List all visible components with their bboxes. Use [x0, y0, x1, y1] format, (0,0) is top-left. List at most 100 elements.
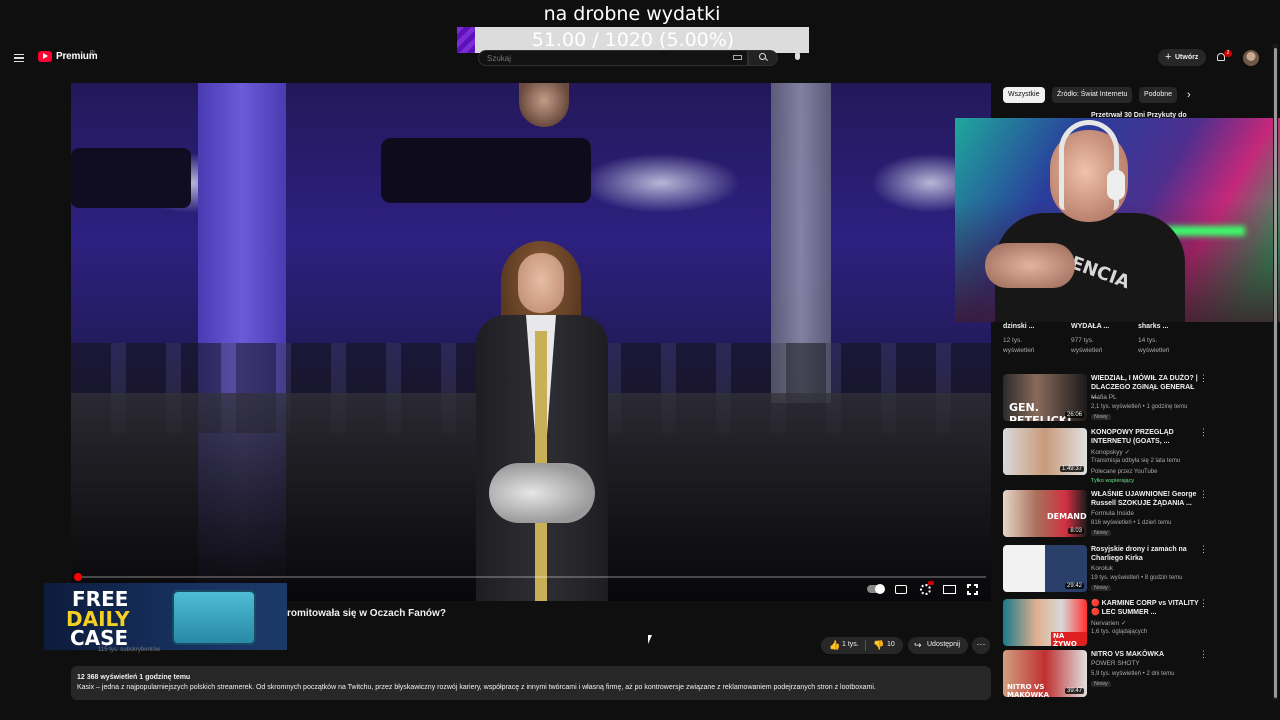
short-views-unit: wyświetleń: [1071, 347, 1103, 354]
search-icon: [759, 53, 766, 60]
description-meta: 12 368 wyświetleń 1 godzinę temu: [77, 674, 191, 681]
related-video-channel[interactable]: Mafia PL: [1091, 394, 1117, 401]
new-badge: Nowy: [1091, 585, 1111, 591]
new-badge: Nowy: [1091, 414, 1111, 420]
related-video-title[interactable]: NITRO VS MAKÓWKA: [1091, 650, 1201, 659]
notification-badge: 2: [1224, 50, 1232, 57]
chip-similar[interactable]: Podobne: [1139, 87, 1178, 103]
related-video-channel[interactable]: Nervarien ✓: [1091, 619, 1126, 627]
share-button-label[interactable]: Udostępnij: [927, 641, 960, 648]
related-video-meta: 5,9 tys. wyświetleń • 2 dni temu: [1091, 671, 1175, 677]
related-video-channel[interactable]: POWER SHOTY: [1091, 660, 1140, 667]
more-actions-button[interactable]: ···: [972, 637, 990, 654]
video-reflected-object: [489, 463, 595, 523]
video-duration: 8:03: [1068, 528, 1084, 534]
chip-source[interactable]: Źródło: Świat Internetu: [1052, 87, 1133, 103]
thumbnail-text: DEMANDS: [1047, 512, 1087, 521]
video-duration: 29:42: [1064, 583, 1084, 589]
short-views: 12 tys.: [1003, 337, 1023, 344]
video-stage-light: [581, 153, 741, 213]
more-vertical-icon[interactable]: ⋮: [1199, 428, 1208, 437]
short-title[interactable]: dzinski ...: [1003, 323, 1035, 330]
video-duration: 39:47: [1064, 688, 1084, 694]
related-video-title[interactable]: Rosyjskie drony i zamach na Charliego Ki…: [1091, 545, 1201, 563]
video-thumbnail[interactable]: DEMANDS 8:03: [1003, 490, 1087, 537]
related-video-meta: 19 tys. wyświetleń • 8 godzin temu: [1091, 575, 1183, 581]
video-thumbnail[interactable]: GEN. PETELICKI 26:06: [1003, 374, 1087, 421]
description-box[interactable]: [71, 666, 991, 700]
more-vertical-icon[interactable]: ⋮: [1199, 599, 1208, 608]
youtube-premium-logo[interactable]: Premium: [38, 51, 98, 62]
case-box-image: [172, 590, 256, 645]
thumbs-up-icon[interactable]: 👍: [829, 640, 840, 651]
webcam-neon-light: [1165, 226, 1245, 236]
related-video-channel[interactable]: Koroluk: [1091, 565, 1113, 572]
related-video-channel[interactable]: Konopskyy ✓: [1091, 448, 1130, 456]
short-views-unit: wyświetleń: [1138, 347, 1170, 354]
related-video-item[interactable]: 29:42 Rosyjskie drony i zamach na Charli…: [1003, 545, 1213, 597]
related-video-meta: Transmisja odbyła się 2 lata temu: [1091, 458, 1181, 464]
video-dark-object: [381, 138, 591, 203]
plus-icon: +: [1165, 51, 1172, 63]
short-title[interactable]: sharks ...: [1138, 323, 1168, 330]
more-vertical-icon[interactable]: ⋮: [1199, 490, 1208, 499]
related-video-title[interactable]: 🔴 KARMINE CORP vs VITALITY 🔴 LEC SUMMER …: [1091, 599, 1201, 617]
more-vertical-icon[interactable]: ⋮: [1199, 545, 1208, 554]
search-input[interactable]: [487, 53, 727, 64]
search-box[interactable]: [478, 50, 748, 66]
subtitles-icon[interactable]: [895, 585, 907, 594]
video-title: romitowała się w Oczach Fanów?: [287, 608, 446, 619]
video-thumbnail[interactable]: NA ŻYWO: [1003, 599, 1087, 646]
related-video-item[interactable]: GEN. PETELICKI 26:06 WIEDZIAŁ, I MÓWIŁ Z…: [1003, 374, 1213, 426]
video-thumbnail[interactable]: NITRO VS MAKÓWKA 39:47: [1003, 650, 1087, 697]
thumbs-down-icon[interactable]: 👎: [873, 640, 884, 651]
settings-gear-icon[interactable]: [920, 584, 931, 595]
chevron-right-icon[interactable]: ›: [1187, 89, 1191, 101]
logo-region: PL: [90, 50, 97, 56]
thumbnail-text: GEN. PETELICKI: [1009, 401, 1072, 421]
autoplay-toggle[interactable]: [867, 584, 885, 594]
short-views: 977 tys.: [1071, 337, 1094, 344]
page-scrollbar-thumb[interactable]: [1274, 48, 1277, 698]
short-title[interactable]: WYDAŁA ...: [1071, 323, 1109, 330]
video-thumbnail[interactable]: 29:42: [1003, 545, 1087, 592]
related-video-meta: 816 wyświetleń • 1 dzień temu: [1091, 520, 1172, 526]
related-video-channel[interactable]: Formula Inside: [1091, 510, 1134, 517]
related-video-item[interactable]: 1:49:37 KONOPOWY PRZEGLĄD INTERNETU (GOA…: [1003, 428, 1213, 488]
theater-mode-icon[interactable]: [943, 585, 956, 594]
headphone-earcup: [1107, 170, 1125, 200]
hd-badge-icon: [928, 581, 934, 585]
video-duration: 26:06: [1064, 412, 1084, 418]
video-player[interactable]: [71, 83, 991, 601]
more-vertical-icon[interactable]: ⋮: [1199, 374, 1208, 383]
microphone-icon[interactable]: [795, 52, 800, 60]
related-video-item[interactable]: DEMANDS 8:03 WŁAŚNIE UJAWNIONE! George R…: [1003, 490, 1213, 542]
description-text: Kasix – jedna z najpopularniejszych pols…: [77, 684, 876, 691]
related-video-title[interactable]: KONOPOWY PRZEGLĄD INTERNETU (GOATS, ...: [1091, 428, 1201, 446]
keyboard-icon[interactable]: [733, 55, 742, 60]
short-views: 14 tys.: [1138, 337, 1158, 344]
fullscreen-icon[interactable]: [967, 584, 978, 595]
new-badge: Nowy: [1091, 530, 1111, 536]
account-avatar[interactable]: [1243, 50, 1259, 66]
page-root: na drobne wydatki 51.00 / 1020 (5.00%) P…: [0, 0, 1280, 720]
like-count[interactable]: 1 tys.: [842, 641, 859, 648]
related-video-title[interactable]: WŁAŚNIE UJAWNIONE! George Russell SZOKUJ…: [1091, 490, 1201, 508]
live-badge: NA ŻYWO: [1051, 632, 1087, 646]
streamer-webcam-overlay: ALENCIA: [955, 118, 1280, 322]
recommended-badge: Polecane przez YouTube: [1091, 469, 1158, 475]
related-video-item[interactable]: NA ŻYWO 🔴 KARMINE CORP vs VITALITY 🔴 LEC…: [1003, 599, 1213, 651]
video-scrubber-handle[interactable]: [74, 573, 82, 581]
short-views-unit: wyświetleń: [1003, 347, 1035, 354]
channel-subscriber-count: 115 tys. subskrybentów: [98, 647, 161, 653]
hamburger-menu-icon[interactable]: [14, 54, 24, 62]
members-only-badge: Tylko wspierający: [1091, 478, 1135, 484]
dislike-count[interactable]: 10: [887, 641, 895, 648]
chip-all[interactable]: Wszystkie: [1003, 87, 1045, 103]
video-person-face: [518, 253, 564, 313]
related-video-item[interactable]: NITRO VS MAKÓWKA 39:47 NITRO VS MAKÓWKA …: [1003, 650, 1213, 702]
related-video-meta: 1,6 tys. oglądających: [1091, 629, 1148, 635]
video-progress-bar[interactable]: [76, 576, 986, 578]
video-thumbnail[interactable]: 1:49:37: [1003, 428, 1087, 475]
more-vertical-icon[interactable]: ⋮: [1199, 650, 1208, 659]
